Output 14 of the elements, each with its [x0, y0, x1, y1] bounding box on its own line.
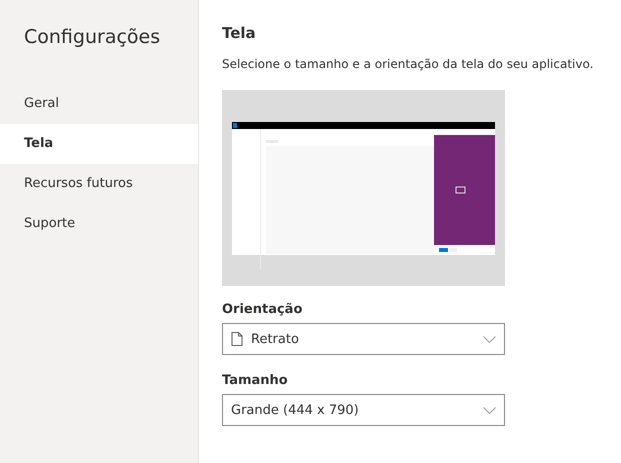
description: Selecione o tamanho e a orientação da tela do seu aplicativo. [222, 56, 594, 72]
sidebar-item[interactable]: Tela [0, 124, 198, 164]
sidebar-item[interactable]: Geral [0, 84, 198, 124]
sidebar-item[interactable]: Suporte [0, 204, 198, 244]
page-title: Tela [222, 23, 257, 44]
dropdown[interactable]: Retrato [222, 323, 505, 355]
page-icon [231, 332, 243, 346]
chevron-icon [483, 336, 496, 342]
field-label: Tamanho [222, 372, 289, 390]
dropdown[interactable]: Grande (444 x 790) [222, 394, 505, 426]
field-label: Orientação [222, 301, 304, 319]
sidebar-title: Configurações [23, 25, 162, 50]
sidebar-item[interactable]: Recursos futuros [0, 164, 198, 204]
chevron-icon [483, 406, 496, 414]
